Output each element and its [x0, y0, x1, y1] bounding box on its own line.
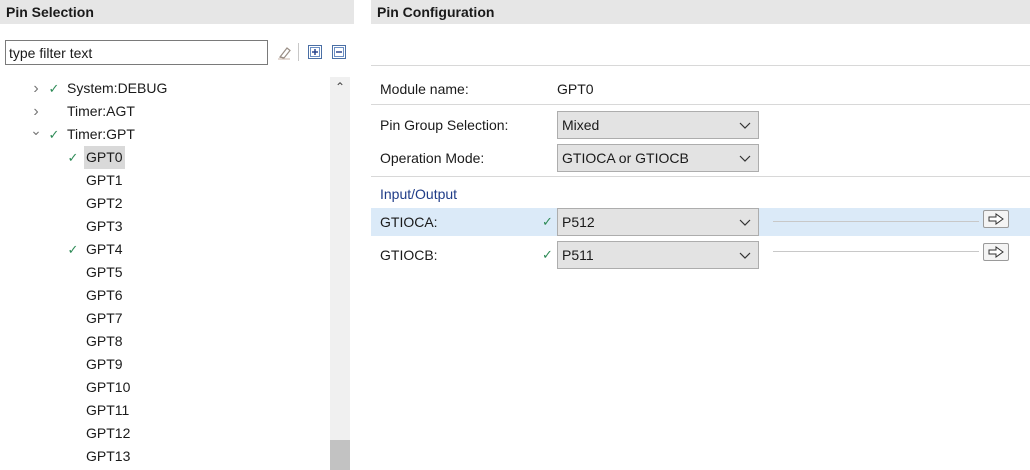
tree-item-label: GPT9 [86, 356, 123, 372]
tree-item-gpt1[interactable]: GPT1 [0, 169, 330, 192]
chevron-down-icon[interactable]: ⌄ [30, 119, 42, 142]
pin-group-select[interactable]: Mixed [557, 111, 759, 139]
check-icon: ✓ [48, 81, 60, 96]
pin-tree: › ✓ System:DEBUG › Timer:AGT ⌄ ✓ Timer:GPT ✓ GPT0… [0, 77, 330, 470]
pin-group-value: Mixed [562, 117, 600, 133]
tree-item-label: GPT1 [86, 172, 123, 188]
tree-item-timer-gpt[interactable]: ⌄ ✓ Timer:GPT [0, 122, 330, 146]
gtioca-goto-button[interactable] [983, 210, 1009, 228]
tree-item-gpt3[interactable]: GPT3 [0, 215, 330, 238]
tree-item-gpt5[interactable]: GPT5 [0, 261, 330, 284]
tree-item-label: GPT12 [86, 425, 131, 441]
gtiocb-pin-select[interactable]: P511 [557, 241, 759, 269]
tree-item-gpt0[interactable]: ✓ GPT0 [0, 146, 330, 169]
pin-configuration-title: Pin Configuration [371, 0, 1030, 24]
tree-item-label: GPT11 [86, 402, 130, 418]
operation-mode-select[interactable]: GTIOCA or GTIOCB [557, 144, 759, 172]
tree-item-label: GPT6 [86, 287, 123, 303]
tree-item-label: GPT13 [86, 448, 131, 464]
tree-item-label: GPT4 [86, 241, 123, 257]
pin-selection-title: Pin Selection [0, 0, 354, 24]
gtiocb-link-line [773, 251, 979, 252]
toolbar-separator [298, 43, 299, 61]
scroll-up-arrow-icon[interactable]: ⌃ [330, 77, 350, 97]
tree-item-gpt11[interactable]: GPT11 [0, 399, 330, 422]
operation-mode-value: GTIOCA or GTIOCB [562, 150, 689, 166]
operation-mode-label: Operation Mode: [380, 150, 485, 166]
chevron-down-icon [739, 122, 751, 129]
chevron-down-icon [739, 219, 751, 226]
pin-selection-panel: Pin Selection › ✓ System:DEBUG ›Timer:AGT⌄ ✓… [0, 0, 354, 470]
gtioca-check-icon: ✓ [542, 214, 553, 229]
module-name-label: Module name: [380, 81, 469, 97]
gtioca-link-line [773, 221, 979, 222]
gtioca-label: GTIOCA: [380, 214, 438, 230]
tree-item-gpt7[interactable]: GPT7 [0, 307, 330, 330]
expand-all-icon[interactable] [307, 44, 323, 60]
tree-item-label: GPT10 [86, 379, 131, 395]
check-icon: ✓ [67, 150, 79, 165]
input-output-section-title: Input/Output [380, 186, 458, 202]
divider [371, 65, 1030, 66]
check-icon: ✓ [48, 127, 60, 142]
tree-item-label: System:DEBUG [67, 80, 168, 96]
tree-item-gpt4[interactable]: ✓ GPT4 [0, 238, 330, 261]
divider [371, 104, 1030, 105]
tree-item-gpt13[interactable]: GPT13 [0, 445, 330, 468]
gtiocb-label: GTIOCB: [380, 247, 438, 263]
arrow-right-icon [988, 213, 1004, 225]
divider [371, 176, 1030, 177]
gtioca-pin-value: P512 [562, 214, 595, 230]
tree-item-gpt9[interactable]: GPT9 [0, 353, 330, 376]
tree-item-timer-agt[interactable]: › Timer:AGT [0, 100, 330, 123]
tree-item-label: Timer:AGT [67, 103, 135, 119]
tree-item-label: GPT8 [86, 333, 123, 349]
gtiocb-check-icon: ✓ [542, 247, 553, 262]
tree-item-label: Timer:GPT [67, 126, 135, 142]
tree-item-label: GPT5 [86, 264, 123, 280]
filter-input[interactable] [5, 40, 268, 65]
scroll-thumb[interactable] [330, 440, 350, 470]
tree-item-gpt6[interactable]: GPT6 [0, 284, 330, 307]
arrow-right-icon [988, 246, 1004, 258]
check-icon: ✓ [67, 242, 79, 257]
collapse-all-icon[interactable] [331, 44, 347, 60]
gtioca-pin-select[interactable]: P512 [557, 208, 759, 236]
tree-item-gpt10[interactable]: GPT10 [0, 376, 330, 399]
pin-configuration-panel: Pin Configuration Module name: GPT0 Pin … [371, 0, 1030, 470]
gtiocb-pin-value: P511 [562, 247, 594, 263]
tree-item-gpt8[interactable]: GPT8 [0, 330, 330, 353]
tree-item-label: GPT0 [84, 146, 125, 169]
tree-item-gpt2[interactable]: GPT2 [0, 192, 330, 215]
chevron-down-icon [739, 252, 751, 259]
tree-item-gpt12[interactable]: GPT12 [0, 422, 330, 445]
tree-item-label: GPT3 [86, 218, 123, 234]
tree-item-label: GPT2 [86, 195, 123, 211]
pin-group-label: Pin Group Selection: [380, 117, 509, 133]
module-name-value: GPT0 [557, 81, 594, 97]
chevron-down-icon [739, 155, 751, 162]
tree-item-label: GPT7 [86, 310, 123, 326]
eraser-icon[interactable] [276, 44, 292, 60]
tree-item-system-debug[interactable]: › ✓ System:DEBUG [0, 77, 330, 100]
tree-scrollbar[interactable]: ⌃ [330, 77, 350, 470]
gtiocb-goto-button[interactable] [983, 243, 1009, 261]
chevron-right-icon[interactable]: › [30, 77, 42, 100]
